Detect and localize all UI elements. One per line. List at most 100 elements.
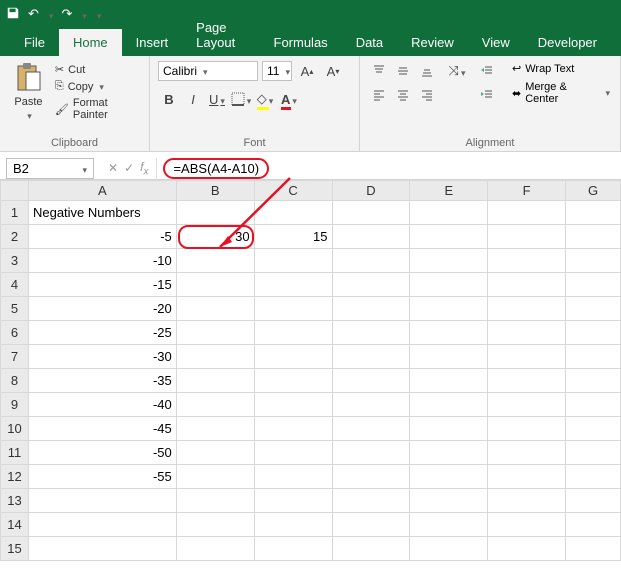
cancel-formula-icon[interactable]: ✕ bbox=[108, 161, 118, 175]
cell-G8[interactable] bbox=[566, 369, 621, 393]
cell-D7[interactable] bbox=[332, 345, 410, 369]
cell-G11[interactable] bbox=[566, 441, 621, 465]
cell-G7[interactable] bbox=[566, 345, 621, 369]
cell-B1[interactable] bbox=[176, 201, 254, 225]
cell-B14[interactable] bbox=[176, 513, 254, 537]
cell-D9[interactable] bbox=[332, 393, 410, 417]
font-size-select[interactable]: 11 bbox=[262, 61, 292, 81]
bold-button[interactable]: B bbox=[158, 88, 180, 110]
tab-review[interactable]: Review bbox=[397, 29, 468, 56]
cell-G9[interactable] bbox=[566, 393, 621, 417]
cell-A5[interactable]: -20 bbox=[28, 297, 176, 321]
col-header-G[interactable]: G bbox=[566, 181, 621, 201]
cell-A9[interactable]: -40 bbox=[28, 393, 176, 417]
cell-C2[interactable]: 15 bbox=[254, 225, 332, 249]
cell-C12[interactable] bbox=[254, 465, 332, 489]
cell-A4[interactable]: -15 bbox=[28, 273, 176, 297]
cell-B10[interactable] bbox=[176, 417, 254, 441]
underline-button[interactable]: U bbox=[206, 88, 228, 110]
col-header-F[interactable]: F bbox=[488, 181, 566, 201]
tab-view[interactable]: View bbox=[468, 29, 524, 56]
cell-E12[interactable] bbox=[410, 465, 488, 489]
cell-F13[interactable] bbox=[488, 489, 566, 513]
row-header-1[interactable]: 1 bbox=[1, 201, 29, 225]
cell-D1[interactable] bbox=[332, 201, 410, 225]
font-name-select[interactable]: Calibri bbox=[158, 61, 258, 81]
cell-A14[interactable] bbox=[28, 513, 176, 537]
cell-C3[interactable] bbox=[254, 249, 332, 273]
row-header-5[interactable]: 5 bbox=[1, 297, 29, 321]
cell-D5[interactable] bbox=[332, 297, 410, 321]
decrease-font-icon[interactable]: A▾ bbox=[322, 60, 344, 82]
cell-E8[interactable] bbox=[410, 369, 488, 393]
cell-B13[interactable] bbox=[176, 489, 254, 513]
cell-C13[interactable] bbox=[254, 489, 332, 513]
align-center-icon[interactable] bbox=[392, 84, 414, 106]
row-header-10[interactable]: 10 bbox=[1, 417, 29, 441]
cell-C1[interactable] bbox=[254, 201, 332, 225]
col-header-D[interactable]: D bbox=[332, 181, 410, 201]
tab-developer[interactable]: Developer bbox=[524, 29, 611, 56]
cell-E15[interactable] bbox=[410, 537, 488, 561]
col-header-E[interactable]: E bbox=[410, 181, 488, 201]
cell-F6[interactable] bbox=[488, 321, 566, 345]
cell-A12[interactable]: -55 bbox=[28, 465, 176, 489]
cell-F11[interactable] bbox=[488, 441, 566, 465]
redo-icon[interactable]: ↷ bbox=[61, 6, 72, 22]
cell-E11[interactable] bbox=[410, 441, 488, 465]
tab-insert[interactable]: Insert bbox=[122, 29, 183, 56]
cell-E9[interactable] bbox=[410, 393, 488, 417]
formula-input[interactable]: =ABS(A4-A10) bbox=[156, 158, 621, 180]
tab-data[interactable]: Data bbox=[342, 29, 397, 56]
cell-A11[interactable]: -50 bbox=[28, 441, 176, 465]
fx-icon[interactable]: fx bbox=[140, 160, 148, 177]
cell-C7[interactable] bbox=[254, 345, 332, 369]
cell-E2[interactable] bbox=[410, 225, 488, 249]
cell-D8[interactable] bbox=[332, 369, 410, 393]
cell-B11[interactable] bbox=[176, 441, 254, 465]
cell-F2[interactable] bbox=[488, 225, 566, 249]
cell-C15[interactable] bbox=[254, 537, 332, 561]
merge-center-button[interactable]: ⬌Merge & Center bbox=[510, 79, 612, 107]
tab-file[interactable]: File bbox=[10, 29, 59, 56]
cell-E7[interactable] bbox=[410, 345, 488, 369]
border-button[interactable] bbox=[230, 88, 252, 110]
cell-F8[interactable] bbox=[488, 369, 566, 393]
cell-F10[interactable] bbox=[488, 417, 566, 441]
increase-indent-icon[interactable] bbox=[476, 84, 498, 106]
cell-G6[interactable] bbox=[566, 321, 621, 345]
col-header-A[interactable]: A bbox=[28, 181, 176, 201]
font-color-button[interactable]: A bbox=[278, 88, 300, 110]
cell-G14[interactable] bbox=[566, 513, 621, 537]
cell-F4[interactable] bbox=[488, 273, 566, 297]
cell-G13[interactable] bbox=[566, 489, 621, 513]
cell-G4[interactable] bbox=[566, 273, 621, 297]
row-header-4[interactable]: 4 bbox=[1, 273, 29, 297]
cell-A15[interactable] bbox=[28, 537, 176, 561]
cell-C9[interactable] bbox=[254, 393, 332, 417]
cell-C11[interactable] bbox=[254, 441, 332, 465]
cell-A6[interactable]: -25 bbox=[28, 321, 176, 345]
row-header-7[interactable]: 7 bbox=[1, 345, 29, 369]
cell-A7[interactable]: -30 bbox=[28, 345, 176, 369]
cell-D11[interactable] bbox=[332, 441, 410, 465]
cell-F3[interactable] bbox=[488, 249, 566, 273]
row-header-3[interactable]: 3 bbox=[1, 249, 29, 273]
cell-A8[interactable]: -35 bbox=[28, 369, 176, 393]
align-right-icon[interactable] bbox=[416, 84, 438, 106]
row-header-13[interactable]: 13 bbox=[1, 489, 29, 513]
cell-F9[interactable] bbox=[488, 393, 566, 417]
cell-C4[interactable] bbox=[254, 273, 332, 297]
cell-B7[interactable] bbox=[176, 345, 254, 369]
cell-F7[interactable] bbox=[488, 345, 566, 369]
decrease-indent-icon[interactable] bbox=[476, 60, 498, 82]
cell-B2[interactable]: 30 bbox=[176, 225, 254, 249]
cell-G1[interactable] bbox=[566, 201, 621, 225]
cell-A3[interactable]: -10 bbox=[28, 249, 176, 273]
undo-dropdown-icon[interactable] bbox=[47, 7, 54, 22]
cell-B4[interactable] bbox=[176, 273, 254, 297]
cell-E13[interactable] bbox=[410, 489, 488, 513]
cell-D6[interactable] bbox=[332, 321, 410, 345]
col-header-C[interactable]: C bbox=[254, 181, 332, 201]
select-all-corner[interactable] bbox=[1, 181, 29, 201]
